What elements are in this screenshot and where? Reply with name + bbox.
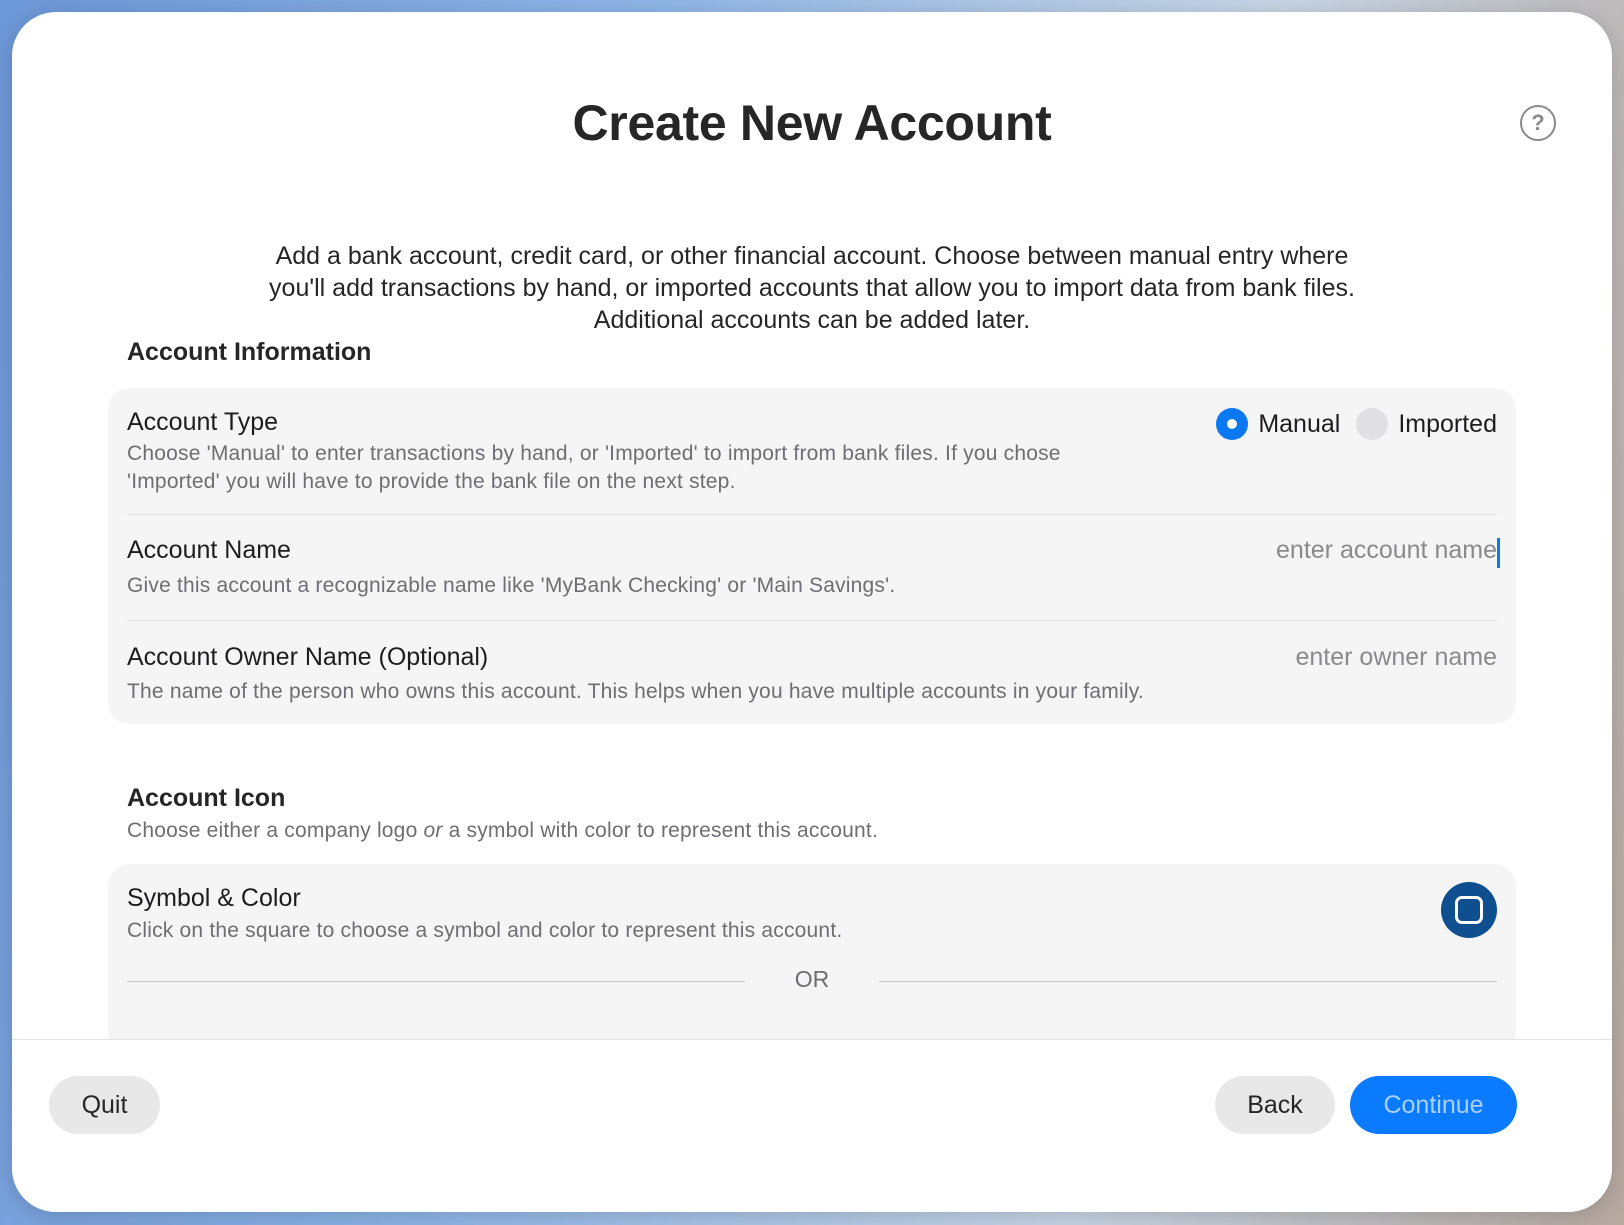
account-name-input[interactable] xyxy=(1077,536,1497,565)
owner-name-input[interactable] xyxy=(1077,643,1497,672)
rounded-square-icon[interactable] xyxy=(1441,882,1497,938)
account-type-desc-line-2: 'Imported' you will have to provide the … xyxy=(127,470,736,493)
symbol-color-description: Click on the square to choose a symbol a… xyxy=(127,919,843,942)
question-circle-icon[interactable]: ? xyxy=(1520,105,1556,141)
symbol-color-title: Symbol & Color xyxy=(127,884,301,912)
intro-line-2: you'll add transactions by hand, or impo… xyxy=(269,274,1355,302)
radio-imported-indicator[interactable] xyxy=(1356,408,1389,440)
continue-button[interactable]: Continue xyxy=(1350,1076,1517,1134)
radio-manual-selected-indicator[interactable] xyxy=(1216,408,1249,440)
account-type-description: Choose 'Manual' to enter transactions by… xyxy=(127,440,1061,496)
quit-button[interactable]: Quit xyxy=(49,1076,160,1134)
account-icon-subtitle: Choose either a company logo or a symbol… xyxy=(127,819,878,843)
intro-line-3: Additional accounts can be added later. xyxy=(593,306,1031,334)
radio-imported-label: Imported xyxy=(1398,409,1497,438)
owner-name-title: Account Owner Name (Optional) xyxy=(127,643,489,671)
or-line-right xyxy=(879,981,1497,982)
radio-manual-label: Manual xyxy=(1258,409,1341,438)
account-icon-subtitle-or: or xyxy=(423,819,443,842)
account-type-title: Account Type xyxy=(127,408,279,436)
create-account-window: Create New Account ? Add a bank account,… xyxy=(12,12,1612,1212)
page-title: Create New Account xyxy=(572,95,1052,151)
divider xyxy=(127,620,1497,621)
account-information-card: Account Type Choose 'Manual' to enter tr… xyxy=(108,388,1516,724)
back-button[interactable]: Back xyxy=(1215,1076,1335,1134)
or-separator: OR xyxy=(127,966,1497,996)
text-caret xyxy=(1497,538,1500,568)
intro-line-1: Add a bank account, credit card, or othe… xyxy=(275,242,1349,270)
account-type-desc-line-1: Choose 'Manual' to enter transactions by… xyxy=(127,442,1061,465)
radio-manual[interactable]: Manual xyxy=(1216,408,1340,440)
account-type-radio-group: Manual Imported xyxy=(1216,408,1497,440)
account-icon-heading: Account Icon xyxy=(127,784,286,812)
divider xyxy=(127,514,1497,515)
owner-name-description: The name of the person who owns this acc… xyxy=(127,680,1144,703)
radio-imported[interactable]: Imported xyxy=(1356,408,1497,440)
footer-bar: Quit Back Continue xyxy=(12,1039,1612,1212)
intro-text: Add a bank account, credit card, or othe… xyxy=(192,240,1432,336)
or-label: OR xyxy=(794,966,830,992)
account-information-heading: Account Information xyxy=(127,338,372,366)
account-icon-subtitle-b: a symbol with color to represent this ac… xyxy=(442,819,878,842)
account-name-title: Account Name xyxy=(127,536,291,564)
account-icon-subtitle-a: Choose either a company logo xyxy=(127,819,424,842)
account-name-description: Give this account a recognizable name li… xyxy=(127,574,896,597)
account-icon-card: Symbol & Color Click on the square to ch… xyxy=(108,864,1516,1054)
